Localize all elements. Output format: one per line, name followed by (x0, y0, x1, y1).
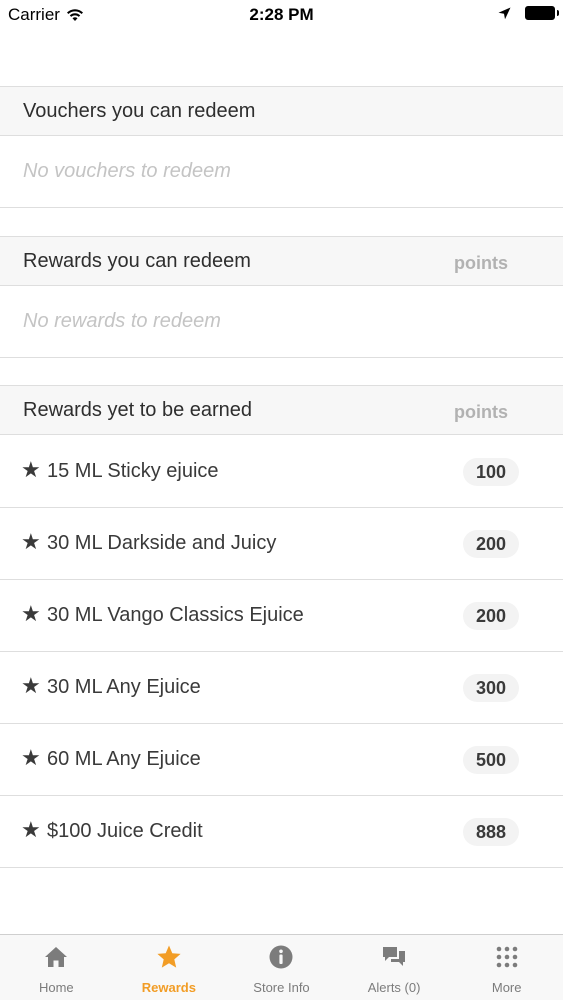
reward-name: 60 ML Any Ejuice (47, 748, 201, 770)
star-icon (157, 945, 181, 968)
star-icon: ★ (21, 601, 41, 626)
rewards-redeem-title: Rewards you can redeem (23, 250, 251, 272)
reward-points-badge: 300 (463, 674, 519, 702)
tab-more[interactable]: More (450, 935, 563, 1000)
tab-rewards-label: Rewards (141, 980, 196, 995)
reward-row[interactable]: ★ 30 ML Darkside and Juicy 200 (0, 508, 563, 580)
reward-name: 30 ML Any Ejuice (47, 676, 201, 698)
rewards-earn-points-label: points (454, 402, 508, 422)
star-icon: ★ (21, 745, 41, 770)
reward-points-badge: 888 (463, 818, 519, 846)
tab-more-label: More (491, 980, 522, 995)
reward-row[interactable]: ★ $100 Juice Credit 888 (0, 796, 563, 868)
rewards-redeem-section-header: Rewards you can redeem points (0, 236, 563, 286)
reward-name: 30 ML Vango Classics Ejuice (47, 604, 304, 626)
vouchers-section-header: Vouchers you can redeem (0, 86, 563, 136)
star-icon: ★ (21, 817, 41, 842)
rewards-redeem-empty-row: No rewards to redeem (0, 286, 563, 358)
location-arrow-icon (498, 7, 511, 19)
tab-home[interactable]: Home (0, 935, 113, 1000)
rewards-earn-title: Rewards yet to be earned (23, 399, 253, 421)
rewards-redeem-points-label: points (454, 253, 508, 273)
star-icon: ★ (21, 457, 41, 482)
tab-alerts[interactable]: Alerts (0) (338, 935, 451, 1000)
vouchers-empty-text: No vouchers to redeem (23, 160, 231, 182)
tab-alerts-label: Alerts (0) (367, 980, 421, 995)
tab-home-label: Home (38, 980, 74, 995)
chat-bubbles-icon (383, 947, 406, 966)
status-time: 2:28 PM (249, 5, 314, 24)
reward-points-badge: 200 (463, 602, 519, 630)
tab-rewards[interactable]: Rewards (113, 935, 226, 1000)
tab-store-info[interactable]: Store Info (225, 935, 338, 1000)
reward-name: 15 ML Sticky ejuice (47, 460, 219, 482)
vouchers-empty-row: No vouchers to redeem (0, 136, 563, 208)
tab-bar: Home Rewards Store Info Alerts (0) More (0, 934, 563, 1000)
vouchers-title: Vouchers you can redeem (23, 100, 256, 122)
status-right (498, 6, 559, 20)
reward-name: 30 ML Darkside and Juicy (47, 532, 277, 554)
home-icon (45, 947, 68, 967)
star-icon: ★ (21, 673, 41, 698)
reward-name: $100 Juice Credit (47, 820, 203, 842)
rewards-earn-section-header: Rewards yet to be earned points (0, 385, 563, 435)
reward-row[interactable]: ★ 30 ML Vango Classics Ejuice 200 (0, 580, 563, 652)
star-icon: ★ (21, 529, 41, 554)
battery-icon (525, 6, 559, 20)
reward-row[interactable]: ★ 60 ML Any Ejuice 500 (0, 724, 563, 796)
reward-points-badge: 100 (463, 458, 519, 486)
tab-store-info-label: Store Info (253, 980, 310, 995)
rewards-redeem-empty-text: No rewards to redeem (23, 310, 221, 332)
reward-points-badge: 500 (463, 746, 519, 774)
info-icon (269, 945, 293, 969)
reward-points-badge: 200 (463, 530, 519, 558)
reward-row[interactable]: ★ 30 ML Any Ejuice 300 (0, 652, 563, 724)
status-bar: Carrier 2:28 PM (0, 0, 563, 30)
reward-row[interactable]: ★ 15 ML Sticky ejuice 100 (0, 436, 563, 508)
grid-dots-icon (496, 946, 517, 968)
